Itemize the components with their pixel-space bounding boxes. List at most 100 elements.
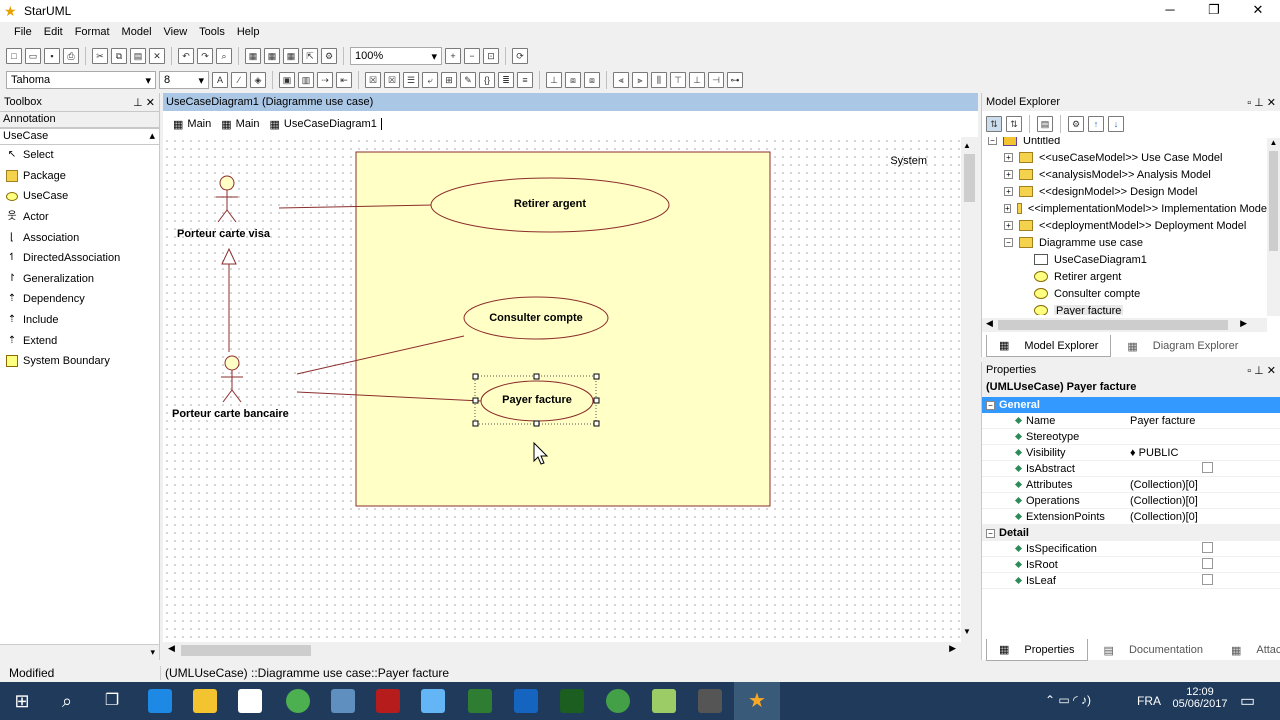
explorer-hscroll[interactable]: ◀ ▶	[982, 318, 1267, 332]
properties-window-buttons[interactable]: ▫ ⊥ ✕	[1247, 364, 1276, 377]
tool-directed-association[interactable]: ↿ DirectedAssociation	[0, 248, 159, 269]
property-isabstract[interactable]: IsAbstract	[982, 461, 1280, 477]
open-folder-icon[interactable]: ▭	[25, 48, 41, 64]
line-style-icon[interactable]: ⇢	[317, 72, 333, 88]
bring-front-icon[interactable]: ⧈	[565, 72, 581, 88]
tab-usecasediagram1[interactable]: ▦ UseCaseDiagram1	[270, 118, 382, 131]
notification-icon[interactable]: ▭	[1240, 691, 1255, 711]
filezilla-icon[interactable]	[376, 689, 400, 713]
tab-documentation[interactable]: ▤ Documentation	[1092, 640, 1215, 661]
property-isleaf[interactable]: IsLeaf	[982, 573, 1280, 589]
explorer-vscroll[interactable]: ▲	[1267, 138, 1280, 316]
undo-icon[interactable]: ↶	[178, 48, 194, 64]
excel-icon[interactable]	[560, 689, 584, 713]
paste-icon[interactable]: ▤	[130, 48, 146, 64]
app-icon[interactable]	[331, 689, 355, 713]
isroot-checkbox[interactable]	[1202, 557, 1213, 569]
font-color-icon[interactable]: A	[212, 72, 228, 88]
layout-icon[interactable]: ⊥	[546, 72, 562, 88]
zoom-fit-icon[interactable]: ⊡	[483, 48, 499, 64]
property-extensionpoints[interactable]: ExtensionPoints (Collection)[0]	[982, 509, 1280, 525]
stereotype-icon[interactable]: ▥	[298, 72, 314, 88]
tool-association[interactable]: ⌊ Association	[0, 227, 159, 248]
plugin-icon[interactable]: ⚙	[321, 48, 337, 64]
tree-retirer-argent[interactable]: Retirer argent	[982, 268, 1267, 285]
tree-implementation-model[interactable]: + <<implementationModel>> Implementation …	[982, 200, 1267, 217]
show-compartment-icon[interactable]: ☰	[403, 72, 419, 88]
show-parent-icon[interactable]: ≣	[498, 72, 514, 88]
zoom-in-icon[interactable]: +	[445, 48, 461, 64]
chrome-2-icon[interactable]	[606, 689, 630, 713]
property-group-general[interactable]: − General	[982, 397, 1280, 413]
suppress-attributes-icon[interactable]: ☒	[365, 72, 381, 88]
diagram3-icon[interactable]: ▦	[283, 48, 299, 64]
menu-tools[interactable]: Tools	[193, 26, 231, 38]
actor-visa-label[interactable]: Porteur carte visa	[177, 228, 270, 240]
staruml-taskbar-button[interactable]: ★	[734, 682, 780, 720]
maximize-button[interactable]: ❐	[1192, 0, 1236, 22]
tool-icon[interactable]	[698, 689, 722, 713]
diagram-icon[interactable]: ▦	[245, 48, 261, 64]
tree-deployment-model[interactable]: + <<deploymentModel>> Deployment Model	[982, 217, 1267, 234]
font-select[interactable]: Tahoma ▾	[6, 71, 156, 89]
property-isroot[interactable]: IsRoot	[982, 557, 1280, 573]
tab-properties[interactable]: ▦ Properties	[986, 639, 1088, 661]
minimize-button[interactable]: ─	[1148, 0, 1192, 22]
property-stereotype[interactable]: Stereotype	[982, 429, 1280, 445]
show-properties-icon[interactable]: ✎	[460, 72, 476, 88]
tab-main-2[interactable]: ▦ Main	[221, 118, 259, 131]
language-indicator[interactable]: FRA	[1137, 694, 1161, 708]
font-size-select[interactable]: 8 ▾	[159, 71, 209, 89]
tool-package[interactable]: Package	[0, 166, 159, 187]
notepad-icon[interactable]	[421, 689, 445, 713]
align-icon[interactable]: ⇤	[336, 72, 352, 88]
canvas-horizontal-scrollbar[interactable]: ◀ ▶	[163, 642, 961, 659]
tool-select[interactable]: ↖ Select	[0, 145, 159, 166]
style-icon[interactable]: ▣	[279, 72, 295, 88]
move-down-icon[interactable]: ↓	[1108, 116, 1124, 132]
toolbox-section-usecase[interactable]: UseCase ▴	[0, 128, 159, 145]
property-operations[interactable]: Operations (Collection)[0]	[982, 493, 1280, 509]
save-icon[interactable]: ▪	[44, 48, 60, 64]
isabstract-checkbox[interactable]	[1202, 461, 1213, 473]
wordwrap-icon[interactable]: ⤶	[422, 72, 438, 88]
word-icon[interactable]	[514, 689, 538, 713]
align-center-icon[interactable]: ⫼	[651, 72, 667, 88]
tab-attachments[interactable]: ▦Attachments	[1219, 640, 1280, 661]
tree-design-model[interactable]: + <<designModel>> Design Model	[982, 183, 1267, 200]
tree-consulter-compte[interactable]: Consulter compte	[982, 285, 1267, 302]
actor-bancaire-label[interactable]: Porteur carte bancaire	[172, 408, 289, 420]
menu-model[interactable]: Model	[116, 26, 158, 38]
tool-actor[interactable]: 웃 Actor	[0, 207, 159, 228]
tool-system-boundary[interactable]: System Boundary	[0, 351, 159, 372]
align-bottom-icon[interactable]: ⊥	[689, 72, 705, 88]
tree-payer-facture[interactable]: Payer facture	[982, 302, 1267, 315]
tool-usecase[interactable]: UseCase	[0, 186, 159, 207]
usecase-label-consulter[interactable]: Consulter compte	[464, 312, 608, 324]
dreamweaver-icon[interactable]	[468, 689, 492, 713]
sort-order-icon[interactable]: ⇅	[986, 116, 1002, 132]
chrome-icon[interactable]	[286, 689, 310, 713]
edge-icon[interactable]	[148, 689, 172, 713]
tool-extend[interactable]: ⇡ Extend	[0, 330, 159, 351]
tab-main-1[interactable]: ▦ Main	[173, 118, 211, 131]
fill-color-icon[interactable]: ◈	[250, 72, 266, 88]
notes-icon[interactable]	[652, 689, 676, 713]
file-explorer-icon[interactable]	[193, 689, 217, 713]
redo-icon[interactable]: ↷	[197, 48, 213, 64]
show-operation-signature-icon[interactable]: {}	[479, 72, 495, 88]
distribute-icon[interactable]: ⊶	[727, 72, 743, 88]
isspecification-checkbox[interactable]	[1202, 541, 1213, 553]
move-up-icon[interactable]: ↑	[1088, 116, 1104, 132]
diagram2-icon[interactable]: ▦	[264, 48, 280, 64]
property-attributes[interactable]: Attributes (Collection)[0]	[982, 477, 1280, 493]
send-back-icon[interactable]: ⧈	[584, 72, 600, 88]
align-top-icon[interactable]: ⊤	[670, 72, 686, 88]
tool-dependency[interactable]: ⇡ Dependency	[0, 289, 159, 310]
show-namespace-icon[interactable]: ≡	[517, 72, 533, 88]
copy-icon[interactable]: ⧉	[111, 48, 127, 64]
export-icon[interactable]: ⇱	[302, 48, 318, 64]
line-color-icon[interactable]: ∕	[231, 72, 247, 88]
isleaf-checkbox[interactable]	[1202, 573, 1213, 585]
toolbox-scroll-down[interactable]: ▾	[0, 644, 159, 660]
